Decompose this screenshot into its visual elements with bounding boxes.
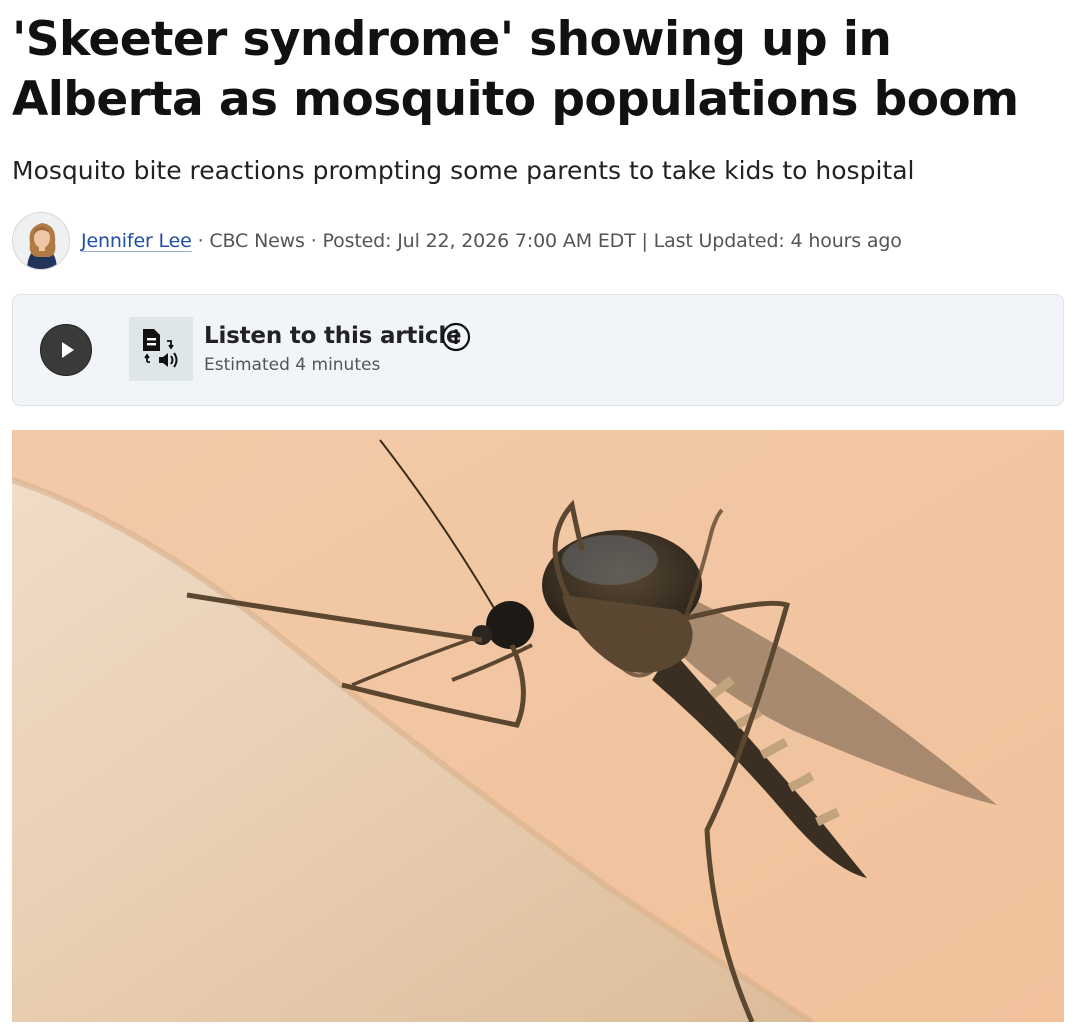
listen-to-article-panel: Listen to this article Estimated 4 minut… [12,294,1064,406]
play-icon [62,342,74,358]
outlet-name: CBC News [209,230,305,252]
posted-date: Posted: Jul 22, 2026 7:00 AM EDT [322,230,636,252]
byline-text: Jennifer Lee · CBC News · Posted: Jul 22… [81,229,902,253]
play-button[interactable] [40,324,92,376]
byline-separator: · [197,230,204,252]
text-to-speech-icon [129,317,193,381]
article-subheadline: Mosquito bite reactions prompting some p… [12,156,915,185]
info-icon[interactable] [441,322,471,352]
updated-time: Last Updated: 4 hours ago [653,230,902,252]
listen-title: Listen to this article [204,323,462,349]
author-link[interactable]: Jennifer Lee [81,230,192,252]
byline-separator: · [310,230,317,252]
author-avatar[interactable] [12,212,70,270]
byline: Jennifer Lee · CBC News · Posted: Jul 22… [12,212,1062,270]
byline-divider: | [641,230,648,252]
article-headline: 'Skeeter syndrome' showing up in Alberta… [12,12,1019,127]
hero-image-mosquito [12,430,1064,1022]
listen-duration: Estimated 4 minutes [204,355,381,375]
